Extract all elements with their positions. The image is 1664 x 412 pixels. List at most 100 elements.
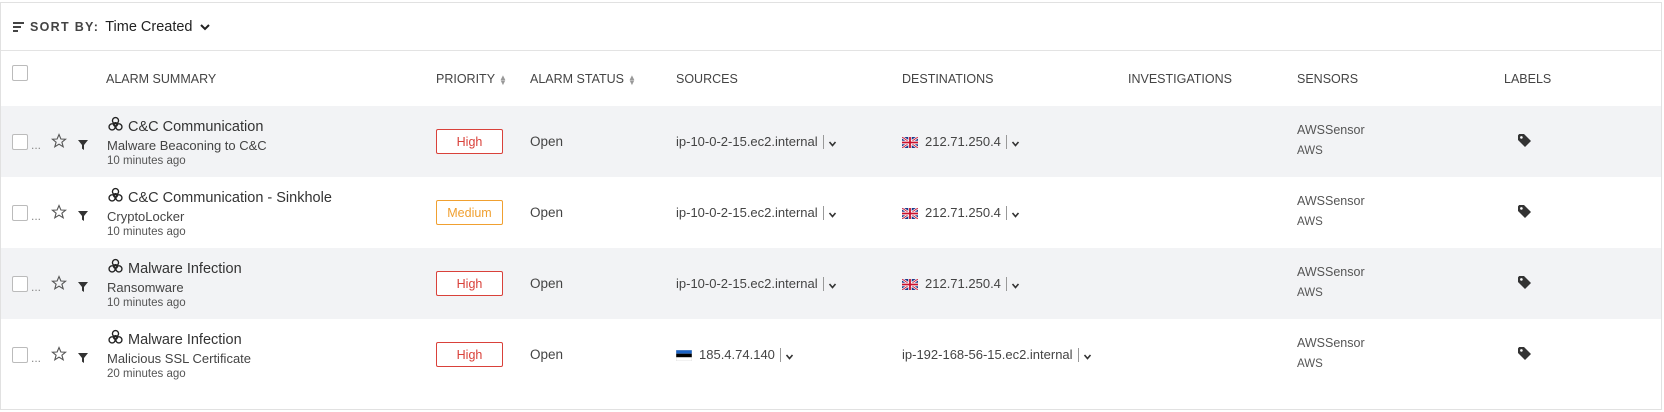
priority-badge: High xyxy=(436,271,503,296)
sensor-name[interactable]: AWSSensor xyxy=(1297,123,1365,137)
sort-dropdown[interactable]: Time Created xyxy=(105,18,210,35)
alarm-time: 10 minutes ago xyxy=(107,226,186,238)
flag-icon xyxy=(901,136,919,149)
tag-icon[interactable] xyxy=(1518,276,1531,289)
sort-bar: SORT BY: Time Created xyxy=(1,3,1661,51)
alarm-subtitle: Malicious SSL Certificate xyxy=(107,351,252,366)
row-checkbox[interactable] xyxy=(12,276,28,292)
sort-arrows-icon: ▲ ▼ xyxy=(628,72,636,87)
chevron-down-icon[interactable] xyxy=(828,139,837,148)
biohazard-icon xyxy=(107,329,124,346)
sensor-name[interactable]: AWSSensor xyxy=(1297,265,1365,279)
more-options[interactable]: ... xyxy=(31,138,41,152)
destination-cell[interactable]: 212.71.250.4 xyxy=(901,276,1020,291)
chevron-down-icon[interactable] xyxy=(1011,210,1020,219)
column-sensors: SENSORS xyxy=(1297,72,1359,86)
column-destinations: DESTINATIONS xyxy=(902,72,994,86)
destination-value: 212.71.250.4 xyxy=(925,205,1001,220)
alarm-status: Open xyxy=(530,347,564,362)
sensor-type: AWS xyxy=(1297,358,1323,370)
sensor-name[interactable]: AWSSensor xyxy=(1297,336,1365,350)
alarm-subtitle: CryptoLocker xyxy=(107,209,185,224)
biohazard-icon xyxy=(107,116,124,133)
chevron-down-icon[interactable] xyxy=(1011,139,1020,148)
alarm-subtitle: Ransomware xyxy=(107,280,184,295)
alarm-title[interactable]: C&C Communication - Sinkhole xyxy=(128,190,332,206)
destination-value: ip-192-168-56-15.ec2.internal xyxy=(902,347,1073,362)
filter-icon[interactable] xyxy=(78,279,88,292)
row-checkbox[interactable] xyxy=(12,205,28,221)
source-cell[interactable]: 185.4.74.140 xyxy=(675,347,794,362)
star-icon[interactable] xyxy=(50,133,68,149)
column-labels: LABELS xyxy=(1504,72,1552,86)
sort-label: SORT BY: xyxy=(30,19,100,34)
table-row[interactable]: ... C&C Communication Malware Beaconing to… xyxy=(1,106,1661,177)
star-icon[interactable] xyxy=(50,275,68,291)
filter-icon[interactable] xyxy=(78,137,88,150)
more-options[interactable]: ... xyxy=(31,351,41,365)
destination-cell[interactable]: 212.71.250.4 xyxy=(901,134,1020,149)
chevron-down-icon[interactable] xyxy=(828,210,837,219)
table-row[interactable]: ... Malware Infection Malicious SSL Certif… xyxy=(1,319,1661,390)
source-value: ip-10-0-2-15.ec2.internal xyxy=(676,276,818,291)
source-value: ip-10-0-2-15.ec2.internal xyxy=(676,134,818,149)
sensor-type: AWS xyxy=(1297,287,1323,299)
alarm-status: Open xyxy=(530,134,564,149)
column-alarm-status[interactable]: ALARM STATUS ▲ ▼ xyxy=(530,72,636,86)
source-cell[interactable]: ip-10-0-2-15.ec2.internal xyxy=(676,134,837,149)
alarm-title[interactable]: Malware Infection xyxy=(128,261,242,277)
sensor-name[interactable]: AWSSensor xyxy=(1297,194,1365,208)
destination-value: 212.71.250.4 xyxy=(925,134,1001,149)
column-priority[interactable]: PRIORITY ▲ ▼ xyxy=(436,72,507,86)
filter-icon[interactable] xyxy=(78,350,88,363)
chevron-down-icon[interactable] xyxy=(828,281,837,290)
priority-badge: High xyxy=(436,129,503,154)
select-all-checkbox[interactable] xyxy=(12,65,28,81)
row-checkbox[interactable] xyxy=(12,347,28,363)
column-priority-label: PRIORITY xyxy=(436,72,496,86)
alarm-time: 10 minutes ago xyxy=(107,297,186,309)
flag-icon xyxy=(901,278,919,291)
alarm-subtitle: Malware Beaconing to C&C xyxy=(107,138,267,153)
alarms-panel: SORT BY: Time Created ALARM SUMMARY PRIO… xyxy=(0,2,1662,410)
alarm-title[interactable]: C&C Communication xyxy=(128,119,263,135)
alarm-time: 20 minutes ago xyxy=(107,368,186,380)
star-icon[interactable] xyxy=(50,346,68,362)
filter-icon[interactable] xyxy=(78,208,88,221)
alarm-status: Open xyxy=(530,276,564,291)
source-cell[interactable]: ip-10-0-2-15.ec2.internal xyxy=(676,276,837,291)
priority-badge: High xyxy=(436,342,503,367)
destination-value: 212.71.250.4 xyxy=(925,276,1001,291)
source-value: 185.4.74.140 xyxy=(699,347,775,362)
chevron-down-icon[interactable] xyxy=(1011,281,1020,290)
alarm-time: 10 minutes ago xyxy=(107,155,186,167)
source-value: ip-10-0-2-15.ec2.internal xyxy=(676,205,818,220)
sort-value: Time Created xyxy=(105,18,193,35)
sensor-type: AWS xyxy=(1297,216,1323,228)
table-header: ALARM SUMMARY PRIORITY ▲ ▼ ALARM STATUS ▲ ▼ … xyxy=(1,51,1661,106)
tag-icon[interactable] xyxy=(1518,347,1531,360)
column-alarm-status-label: ALARM STATUS xyxy=(530,72,624,86)
tag-icon[interactable] xyxy=(1518,205,1531,218)
more-options[interactable]: ... xyxy=(31,209,41,223)
star-icon[interactable] xyxy=(50,204,68,220)
chevron-down-icon[interactable] xyxy=(785,352,794,361)
column-alarm-summary: ALARM SUMMARY xyxy=(106,72,217,86)
priority-badge: Medium xyxy=(436,200,503,225)
table-row[interactable]: ... Malware Infection Ransomware 10 minutes… xyxy=(1,248,1661,319)
column-sources: SOURCES xyxy=(676,72,738,86)
tag-icon[interactable] xyxy=(1518,134,1531,147)
more-options[interactable]: ... xyxy=(31,280,41,294)
chevron-down-icon[interactable] xyxy=(1083,352,1092,361)
destination-cell[interactable]: 212.71.250.4 xyxy=(901,205,1020,220)
table-row[interactable]: ... C&C Communication - Sinkhole CryptoLoc… xyxy=(1,177,1661,248)
column-investigations: INVESTIGATIONS xyxy=(1128,72,1232,86)
destination-cell[interactable]: ip-192-168-56-15.ec2.internal xyxy=(902,347,1092,362)
biohazard-icon xyxy=(107,258,124,275)
sensor-type: AWS xyxy=(1297,145,1323,157)
source-cell[interactable]: ip-10-0-2-15.ec2.internal xyxy=(676,205,837,220)
alarm-title[interactable]: Malware Infection xyxy=(128,332,242,348)
row-checkbox[interactable] xyxy=(12,134,28,150)
flag-icon xyxy=(901,207,919,220)
flag-icon xyxy=(675,349,693,362)
